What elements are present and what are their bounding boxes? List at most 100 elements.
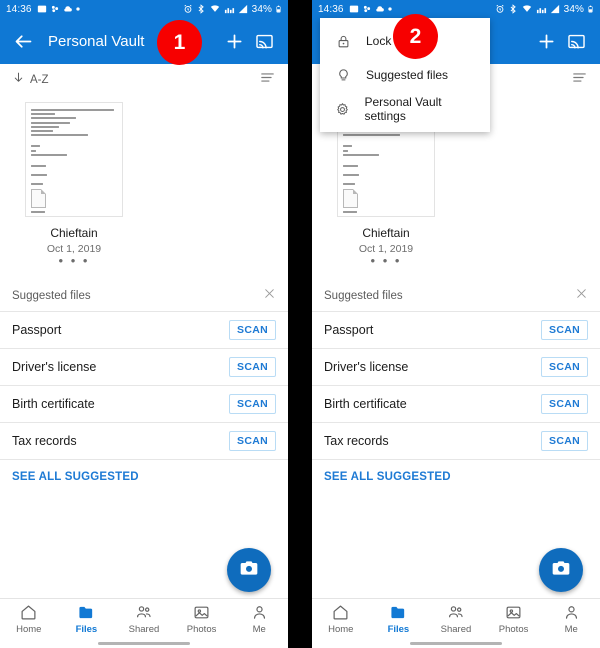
bottom-navigation-bar: Home Files Shared Photos Me <box>0 598 288 648</box>
cast-icon[interactable] <box>250 27 278 55</box>
suggested-files-heading: Suggested files <box>324 289 403 302</box>
nav-item-shared[interactable]: Shared <box>115 604 173 635</box>
gear-icon <box>334 100 350 118</box>
menu-item-suggested-files[interactable]: Suggested files <box>320 58 490 92</box>
onedrive-icon <box>362 4 372 14</box>
list-item[interactable]: Driver's license SCAN <box>312 349 600 386</box>
camera-fab-button[interactable] <box>539 548 583 592</box>
menu-item-label: Lock <box>366 34 392 48</box>
status-bar-right-icons: 34% <box>495 4 594 15</box>
scan-button[interactable]: SCAN <box>229 319 276 341</box>
alarm-icon <box>495 4 505 14</box>
menu-item-personal-vault-settings[interactable]: Personal Vault settings <box>320 92 490 126</box>
status-bar-left-icons <box>349 4 392 14</box>
file-name: Chieftain <box>50 226 98 240</box>
suggested-item-label: Driver's license <box>12 360 97 374</box>
file-card[interactable]: Chieftain Oct 1, 2019 • • • <box>14 102 134 267</box>
scan-button[interactable]: SCAN <box>541 356 588 378</box>
nav-item-files[interactable]: Files <box>58 604 116 635</box>
onedrive-icon <box>50 4 60 14</box>
home-icon <box>333 605 348 620</box>
shared-icon <box>137 606 151 618</box>
close-icon[interactable] <box>575 287 588 305</box>
scan-button[interactable]: SCAN <box>541 393 588 415</box>
nav-item-home[interactable]: Home <box>0 604 58 635</box>
suggested-item-label: Passport <box>12 323 62 337</box>
list-view-icon[interactable] <box>259 69 276 91</box>
list-view-icon[interactable] <box>571 69 588 91</box>
home-indicator <box>410 641 502 645</box>
status-bar: 14:36 34% <box>0 0 288 18</box>
list-item[interactable]: Driver's license SCAN <box>0 349 288 386</box>
see-all-suggested-link[interactable]: SEE ALL SUGGESTED <box>312 460 600 483</box>
document-thumbnail[interactable] <box>25 102 123 217</box>
bottom-navigation-bar: Home Files Shared Photos Me <box>312 598 600 648</box>
cast-icon[interactable] <box>562 27 590 55</box>
plus-icon[interactable] <box>532 27 560 55</box>
step-badge-1: 1 <box>157 20 202 65</box>
sort-down-arrow-icon <box>12 71 25 89</box>
file-overflow-menu-icon[interactable]: • • • <box>326 254 446 267</box>
nav-item-photos[interactable]: Photos <box>485 604 543 635</box>
nav-item-me[interactable]: Me <box>230 604 288 635</box>
close-icon[interactable] <box>263 287 276 305</box>
nav-item-home[interactable]: Home <box>312 604 370 635</box>
bluetooth-icon <box>196 4 206 14</box>
file-name: Chieftain <box>362 226 410 240</box>
scan-button[interactable]: SCAN <box>541 430 588 452</box>
lock-icon <box>334 32 352 50</box>
sort-label: A-Z <box>30 74 49 86</box>
network-icon <box>224 4 235 14</box>
list-item[interactable]: Tax records SCAN <box>0 423 288 460</box>
screenshot-icon <box>349 4 359 14</box>
nav-item-files[interactable]: Files <box>370 604 428 635</box>
scan-button[interactable]: SCAN <box>229 430 276 452</box>
status-bar-right-icons: 34% <box>183 4 282 15</box>
nav-item-shared[interactable]: Shared <box>427 604 485 635</box>
camera-icon <box>551 558 571 583</box>
sort-bar: A-Z <box>0 64 288 96</box>
person-icon <box>565 606 577 619</box>
list-item[interactable]: Tax records SCAN <box>312 423 600 460</box>
photos-icon <box>194 606 209 619</box>
suggested-item-label: Birth certificate <box>12 397 95 411</box>
step-badge-2: 2 <box>393 14 438 59</box>
suggested-files-header: Suggested files <box>0 280 288 312</box>
status-bar-time: 14:36 <box>318 3 344 15</box>
list-item[interactable]: Passport SCAN <box>0 312 288 349</box>
dot-icon <box>75 7 80 11</box>
back-arrow-icon[interactable] <box>10 28 36 54</box>
folder-icon <box>391 606 405 619</box>
nav-label: Home <box>328 624 354 635</box>
battery-percent-label: 34% <box>251 3 272 15</box>
nav-item-me[interactable]: Me <box>542 604 600 635</box>
home-indicator <box>98 641 190 645</box>
list-item[interactable]: Passport SCAN <box>312 312 600 349</box>
nav-label: Files <box>75 624 98 635</box>
suggested-files-heading: Suggested files <box>12 289 91 302</box>
wifi-icon <box>521 4 533 14</box>
list-item[interactable]: Birth certificate SCAN <box>0 386 288 423</box>
sort-control[interactable]: A-Z <box>12 71 49 89</box>
nav-label: Files <box>387 624 410 635</box>
scan-button[interactable]: SCAN <box>541 319 588 341</box>
signal-icon <box>238 4 248 14</box>
suggested-files-section: Suggested files Passport SCAN Driver's l… <box>0 280 288 483</box>
scan-button[interactable]: SCAN <box>229 356 276 378</box>
screenshot-stage: 14:36 34% Personal Vault A-Z Chieftain O… <box>0 0 600 648</box>
list-item[interactable]: Birth certificate SCAN <box>312 386 600 423</box>
file-type-icon <box>343 189 358 209</box>
see-all-suggested-link[interactable]: SEE ALL SUGGESTED <box>0 460 288 483</box>
plus-icon[interactable] <box>220 27 248 55</box>
camera-fab-button[interactable] <box>227 548 271 592</box>
suggested-item-label: Birth certificate <box>324 397 407 411</box>
file-grid: Chieftain Oct 1, 2019 • • • <box>0 96 288 267</box>
file-overflow-menu-icon[interactable]: • • • <box>14 254 134 267</box>
battery-icon <box>587 4 594 14</box>
scan-button[interactable]: SCAN <box>229 393 276 415</box>
nav-label: Photos <box>186 624 217 635</box>
nav-item-photos[interactable]: Photos <box>173 604 231 635</box>
photos-icon <box>506 606 521 619</box>
network-icon <box>536 4 547 14</box>
screenshot-icon <box>37 4 47 14</box>
